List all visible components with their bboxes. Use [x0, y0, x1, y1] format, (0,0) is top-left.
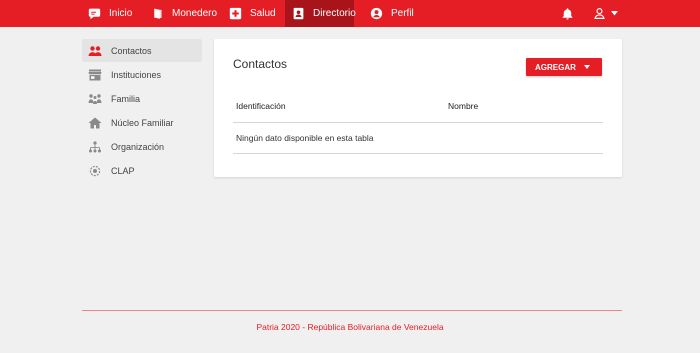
user-menu-button[interactable]: [593, 0, 618, 27]
page-title: Contactos: [233, 57, 288, 71]
bell-icon: [562, 8, 573, 20]
user-circle-icon: [370, 7, 383, 20]
org-chart-icon: [88, 140, 102, 153]
contacts-book-icon: [292, 7, 305, 20]
sidebar-item-instituciones[interactable]: Instituciones: [82, 63, 202, 86]
nav-perfil[interactable]: Perfil: [370, 0, 414, 27]
family-icon: [88, 93, 102, 105]
nav-inicio-label: Inicio: [109, 8, 133, 19]
notifications-button[interactable]: [561, 0, 574, 27]
sidebar-item-clap[interactable]: CLAP: [82, 159, 202, 182]
store-icon: [88, 69, 102, 81]
table-empty-message: Ningún dato disponible en esta tabla: [236, 133, 374, 143]
people-icon: [88, 45, 102, 57]
sidebar-item-label: Organización: [111, 141, 165, 152]
footer-text: Patria 2020 - República Bolivariana de V…: [256, 322, 444, 332]
clap-icon: [88, 165, 102, 177]
table-header-nombre[interactable]: Nombre: [448, 101, 478, 111]
top-navbar: Inicio Monedero Salud Directorio Perfil: [0, 0, 700, 27]
user-icon: [594, 8, 605, 19]
sidebar-item-label: CLAP: [111, 165, 135, 176]
sidebar-item-label: Instituciones: [111, 69, 162, 80]
chevron-down-icon: [611, 11, 618, 16]
wallet-icon: [151, 7, 164, 20]
nav-inicio[interactable]: Inicio: [88, 0, 132, 27]
table-bottom-divider: [233, 153, 603, 154]
nav-monedero[interactable]: Monedero: [151, 0, 217, 27]
add-button-label: AGREGAR: [535, 62, 576, 72]
table-header-divider: [233, 122, 603, 123]
sidebar-item-organizacion[interactable]: Organización: [82, 135, 202, 158]
nav-monedero-label: Monedero: [172, 8, 218, 19]
sidebar-item-nucleo-familiar[interactable]: Núcleo Familiar: [82, 111, 202, 134]
chevron-down-icon: [584, 65, 590, 69]
nav-perfil-label: Perfil: [391, 8, 414, 19]
health-cross-icon: [229, 7, 242, 20]
contacts-card: Contactos AGREGAR Identificación Nombre …: [214, 39, 622, 177]
nav-salud[interactable]: Salud: [229, 0, 276, 27]
sidebar-item-contactos[interactable]: Contactos: [82, 39, 202, 62]
nav-directorio-label: Directorio: [313, 8, 356, 19]
nav-directorio[interactable]: Directorio: [285, 0, 356, 27]
sidebar-item-label: Familia: [111, 93, 141, 104]
footer-divider: [82, 310, 622, 311]
add-button[interactable]: AGREGAR: [526, 58, 602, 76]
nav-salud-label: Salud: [250, 8, 276, 19]
sidebar-item-label: Núcleo Familiar: [111, 117, 174, 128]
chat-bubble-icon: [88, 7, 101, 20]
home-icon: [88, 117, 102, 129]
sidebar-item-familia[interactable]: Familia: [82, 87, 202, 110]
sidebar-item-label: Contactos: [111, 45, 152, 56]
table-header-identificacion[interactable]: Identificación: [236, 101, 286, 111]
